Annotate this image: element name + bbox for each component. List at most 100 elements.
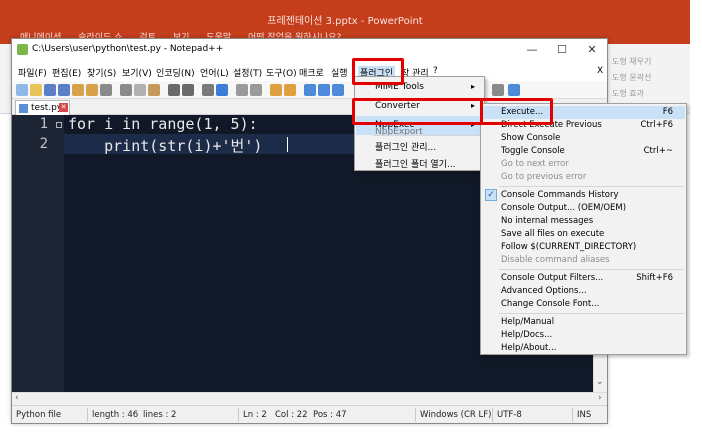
notepadpp-app-icon [17, 44, 28, 55]
sync-vertical-icon[interactable] [270, 84, 282, 96]
open-file-icon[interactable] [30, 84, 42, 96]
nppexec-next-error: Go to next error [501, 159, 569, 169]
nppexec-previous-error: Go to previous error [501, 172, 587, 182]
tab-label: test.py [31, 103, 63, 113]
status-eol[interactable]: Windows (CR LF) [420, 410, 491, 420]
horizontal-scrollbar[interactable]: ‹ › [12, 392, 607, 405]
menu-separator [499, 313, 684, 314]
status-pos: Pos : 47 [313, 410, 347, 420]
toolbar [12, 81, 607, 99]
line-number: 2 [39, 136, 48, 152]
undo-icon[interactable] [168, 84, 180, 96]
status-lines: lines : 2 [143, 410, 177, 420]
menubar: 파일(F) 편집(E) 찾기(S) 보기(V) 인코딩(N) 언어(L) 설정(… [12, 63, 607, 81]
powerpoint-title: 프레젠테이션 3.pptx - PowerPoint [267, 16, 423, 27]
status-insert-mode[interactable]: INS [577, 410, 591, 420]
nppexec-no-internal-messages[interactable]: No internal messages [482, 215, 685, 228]
status-divider [87, 408, 88, 422]
checkmark-icon: ✓ [485, 189, 497, 201]
paste-icon[interactable] [148, 84, 160, 96]
find-icon[interactable] [202, 84, 214, 96]
nppexec-disable-aliases: Disable command aliases [501, 255, 610, 265]
tab-test-py[interactable]: test.py ✕ [15, 100, 70, 115]
status-divider [572, 408, 573, 422]
status-length: length : 46 [92, 410, 139, 420]
menu-tools[interactable]: 도구(O) [266, 66, 297, 79]
nppexec-submenu: Execute... F6 Direct Execute Previous Ctrl… [480, 103, 687, 355]
plugins-item-open-folder[interactable]: 플러그인 폴더 열기... [356, 153, 483, 172]
shape-effects-button[interactable]: 도형 효과 [612, 88, 644, 99]
nppexec-console-output[interactable]: Console Output... (OEM/OEM) [482, 202, 685, 215]
menu-help[interactable]: ? [433, 66, 438, 76]
highlight-box-nppexec [352, 98, 483, 125]
save-all-icon[interactable] [58, 84, 70, 96]
code-line: print(str(i)+'번') [68, 137, 263, 155]
nppexec-help-about[interactable]: Help/About... [482, 342, 685, 355]
text-caret [287, 137, 288, 152]
submenu-arrow-icon: ▸ [470, 82, 475, 91]
tab-close-icon[interactable]: ✕ [59, 103, 68, 112]
replace-icon[interactable] [216, 84, 228, 96]
menu-search[interactable]: 찾기(S) [87, 66, 116, 79]
menu-edit[interactable]: 편집(E) [52, 66, 81, 79]
menu-file[interactable]: 파일(F) [18, 66, 47, 79]
word-wrap-icon[interactable] [304, 84, 316, 96]
cut-icon[interactable] [120, 84, 132, 96]
nppexec-change-console-font[interactable]: Change Console Font... [482, 298, 685, 311]
zoom-in-icon[interactable] [236, 84, 248, 96]
menu-encoding[interactable]: 인코딩(N) [156, 66, 195, 79]
nppexec-console-history[interactable]: ✓ Console Commands History [482, 189, 685, 202]
shape-fill-button[interactable]: 도형 채우기 [612, 56, 651, 67]
menu-macro[interactable]: 매크로 [299, 66, 324, 79]
indent-guide-icon[interactable] [332, 84, 344, 96]
status-divider [492, 408, 493, 422]
new-file-icon[interactable] [16, 84, 28, 96]
zoom-out-icon[interactable] [250, 84, 262, 96]
fold-marker-icon[interactable] [56, 122, 62, 128]
nppexec-follow-current-directory[interactable]: Follow $(CURRENT_DIRECTORY) [482, 241, 685, 254]
status-divider [238, 408, 239, 422]
nppexec-output-filters[interactable]: Console Output Filters... Shift+F6 [482, 272, 685, 285]
menu-language[interactable]: 언어(L) [200, 66, 229, 79]
scroll-right-icon[interactable]: › [598, 393, 602, 403]
close-file-icon[interactable] [72, 84, 84, 96]
menu-separator [499, 269, 684, 270]
highlight-box-plugins [352, 58, 404, 85]
save-icon[interactable] [44, 84, 56, 96]
nppexec-toggle-console[interactable]: Toggle Console Ctrl+~ [482, 145, 685, 158]
maximize-button[interactable]: ☐ [547, 39, 577, 61]
status-ln: Ln : 2 [243, 410, 267, 420]
status-col: Col : 22 [275, 410, 308, 420]
menubar-close-x[interactable]: X [597, 66, 603, 76]
nppexec-save-all-on-execute[interactable]: Save all files on execute [482, 228, 685, 241]
menu-separator [499, 186, 684, 187]
nppexec-advanced-options[interactable]: Advanced Options... [482, 285, 685, 298]
shape-outline-button[interactable]: 도형 윤곽선 [612, 72, 651, 83]
status-bar: Python file length : 46 lines : 2 Ln : 2… [12, 405, 607, 423]
window-titlebar[interactable]: C:\Users\user\python\test.py - Notepad++… [12, 39, 607, 61]
status-divider [415, 408, 416, 422]
redo-icon[interactable] [182, 84, 194, 96]
nppexec-help-docs[interactable]: Help/Docs... [482, 329, 685, 342]
show-all-chars-icon[interactable] [318, 84, 330, 96]
file-icon [19, 104, 28, 113]
code-line: for i in range(1, 5): [68, 115, 258, 133]
menu-view[interactable]: 보기(V) [122, 66, 152, 79]
macro-record-icon[interactable] [492, 84, 504, 96]
nppexec-help-manual[interactable]: Help/Manual [482, 316, 685, 329]
scroll-left-icon[interactable]: ‹ [15, 393, 19, 403]
close-button[interactable]: ✕ [577, 39, 607, 61]
scroll-down-icon[interactable]: ⌄ [596, 377, 604, 387]
minimize-button[interactable]: — [517, 39, 547, 61]
status-encoding[interactable]: UTF-8 [497, 410, 522, 420]
status-file-type: Python file [16, 410, 62, 420]
copy-icon[interactable] [134, 84, 146, 96]
line-number-gutter [12, 115, 64, 392]
menu-settings[interactable]: 설정(T) [233, 66, 262, 79]
macro-play-icon[interactable] [508, 84, 520, 96]
nppexec-show-console[interactable]: Show Console [482, 132, 685, 145]
print-icon[interactable] [100, 84, 112, 96]
sync-horizontal-icon[interactable] [284, 84, 296, 96]
close-all-icon[interactable] [86, 84, 98, 96]
menu-run[interactable]: 실행 [331, 66, 348, 79]
